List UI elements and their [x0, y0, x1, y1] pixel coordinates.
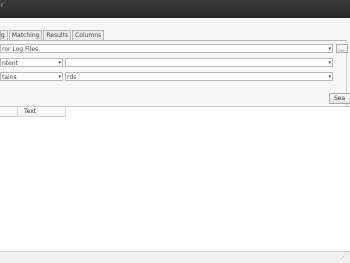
search-panel: ror Log Files ▾ ... ntent ▾ ▾ tains ▾ rd…: [0, 40, 350, 111]
value-combo-2-value: rds: [67, 74, 77, 81]
chevron-down-icon[interactable]: ▾: [328, 59, 331, 68]
tab-strip: g Matching Results Columns: [0, 30, 105, 40]
condition-select[interactable]: tains ▾: [0, 72, 63, 81]
field-select-1-value: ntent: [2, 60, 19, 67]
chevron-down-icon[interactable]: ▾: [58, 73, 61, 82]
column-header-text[interactable]: Text: [18, 107, 66, 117]
path-combo[interactable]: ror Log Files ▾: [0, 44, 333, 53]
value-combo-2[interactable]: rds ▾: [65, 72, 333, 81]
condition-select-value: tains: [2, 74, 17, 81]
resize-grip-icon[interactable]: ⋰: [340, 252, 347, 262]
field-select-1[interactable]: ntent ▾: [0, 58, 63, 67]
chevron-down-icon[interactable]: ▾: [328, 45, 331, 54]
main-content: g Matching Results Columns ror Log Files…: [0, 18, 350, 263]
tab-columns[interactable]: Columns: [72, 30, 105, 40]
value-combo-1[interactable]: ▾: [65, 58, 333, 67]
status-bar: ⋰: [0, 251, 350, 263]
window-title: r: [1, 2, 4, 9]
tab-searching[interactable]: g: [0, 30, 8, 40]
browse-button[interactable]: ...: [336, 44, 348, 53]
column-header-icon[interactable]: [0, 107, 18, 117]
results-list[interactable]: Text: [0, 106, 350, 252]
chevron-down-icon[interactable]: ▾: [328, 73, 331, 82]
title-bar: r: [0, 0, 350, 18]
tab-matching[interactable]: Matching: [8, 30, 43, 40]
path-value: ror Log Files: [2, 46, 39, 53]
chevron-down-icon[interactable]: ▾: [58, 59, 61, 68]
tab-results[interactable]: Results: [43, 30, 72, 40]
search-button[interactable]: Sea: [329, 93, 350, 104]
